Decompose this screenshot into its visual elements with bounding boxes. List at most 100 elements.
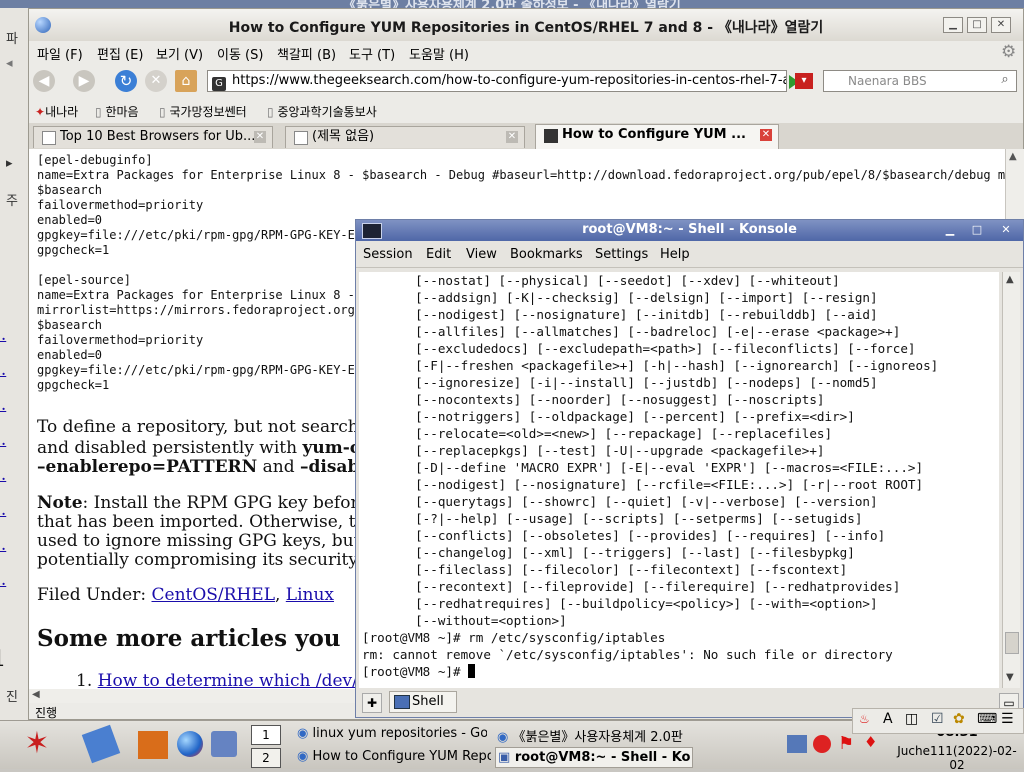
terminal-icon: ▣ [498,750,511,765]
ime-settings-icon[interactable]: ☰ [1001,711,1014,727]
menu-bookmarks[interactable]: Bookmarks [510,247,583,262]
menu-tools[interactable]: 도구 (T) [349,44,395,63]
tab-bar: Top 10 Best Browsers for Ub... ✕ (제목 없음) ✕… [29,123,1023,149]
category-link-linux[interactable]: Linux [286,585,334,605]
bookmark-science-news[interactable]: ▯ 중앙과학기술통보사 [267,103,377,120]
terminal-line: [--without=<option>] [362,613,567,628]
browser-icon: ◉ [297,726,309,741]
flag-icon[interactable]: ⚑ [838,733,858,754]
address-bar[interactable]: Ghttps://www.thegeeksearch.com/how-to-co… [207,70,787,92]
tab-close-icon[interactable]: ✕ [506,131,518,143]
outline-link[interactable]: 3. [0,395,6,415]
search-icon[interactable]: ⌕ [995,72,1015,90]
menu-help[interactable]: 도움말 (H) [409,44,469,63]
background-window-titlebar[interactable]: 《붉은별》사용자용체계 2.0판 출하정보 - 《내나라》열람기 [0,0,1024,8]
desktop-pager-1[interactable]: 1 [251,725,281,745]
tab-yum-repositories[interactable]: How to Configure YUM ... ✕ [535,124,779,149]
search-input[interactable]: Naenara BBS [823,70,1017,92]
konsole-titlebar[interactable]: root@VM8:~ - Shell - Konsole ▁ □ ✕ [356,220,1023,241]
outline-link[interactable]: 2. [0,465,6,485]
new-session-icon[interactable]: ✚ [362,693,382,713]
maximize-button[interactable]: □ [967,17,987,33]
scroll-up-icon[interactable]: ▲ [1009,151,1017,162]
session-tab-shell[interactable]: Shell [389,691,457,713]
update-icon[interactable] [813,735,831,753]
terminal-line: [root@VM8 ~]# rm /etc/sysconfig/iptables [362,630,666,645]
menu-settings[interactable]: Settings [595,247,648,262]
desktop-pager-2[interactable]: 2 [251,748,281,768]
outline-link[interactable]: 1. [0,325,6,345]
network-icon[interactable] [787,735,807,753]
bookmark-hanmaum[interactable]: ▯ 한마음 [95,103,139,120]
outline-link[interactable]: 4. [0,430,6,450]
outline-numbers: 1. 2. 3. 4. 2. 3. 4. 4. 1 [0,149,29,689]
outline-number: 1 [0,646,5,672]
minimize-button[interactable]: ▁ [941,223,959,237]
forward-button[interactable]: ▶ [73,70,95,92]
terminal-line: [--relocate=<old>=<new>] [--repackage] [… [362,426,833,441]
scroll-up-icon[interactable]: ▲ [1006,274,1014,285]
bell-icon[interactable]: ♦ [864,733,878,753]
office-icon[interactable] [138,731,168,759]
terminal-prompt-line[interactable]: [root@VM8 ~]# [362,663,938,680]
outline-link[interactable]: 4. [0,535,6,555]
browser-icon: ◉ [297,749,309,764]
menu-go[interactable]: 이동 (S) [217,44,263,63]
browser-launcher-icon[interactable] [177,731,203,757]
status-bar: 진행 [29,703,359,720]
code-line: failovermethod=priority [37,198,204,212]
outline-link[interactable]: 3. [0,500,6,520]
minimize-button[interactable]: ▁ [943,17,963,33]
scroll-down-icon[interactable]: ▼ [1006,672,1014,683]
bookmark-naenara[interactable]: ✦내나라 [35,103,78,120]
menu-bookmarks[interactable]: 책갈피 (B) [277,44,336,63]
tab-untitled[interactable]: (제목 없음) ✕ [285,126,525,148]
terminal-output[interactable]: [--nostat] [--physical] [--seedot] [--xd… [359,272,999,688]
home-icon[interactable]: ⌂ [175,70,197,92]
terminal-line: [--ignoresize] [-i|--install] [--justdb]… [362,375,878,390]
terminal-line: [--fileclass] [--filecolor] [--fileconte… [362,562,848,577]
reload-icon[interactable]: ↻ [115,70,137,92]
ime-keyboard-icon[interactable]: ⌨ [977,711,997,727]
bookmark-national-network[interactable]: ▯ 국가망정보쎈터 [159,103,247,120]
terminal-line: [--notriggers] [--oldpackage] [--percent… [362,409,855,424]
task-google-search[interactable]: ◉ linux yum repositories - Go [297,726,487,741]
tab-close-icon[interactable]: ✕ [760,129,772,141]
ime-punct-icon[interactable]: ☑ [931,711,944,727]
tab-close-icon[interactable]: ✕ [254,131,266,143]
menu-view[interactable]: 보기 (V) [156,44,203,63]
task-yum-article[interactable]: ◉ How to Configure YUM Repo [297,749,491,764]
menu-file[interactable]: 파일 (F) [37,44,83,63]
ime-font-icon[interactable]: A [883,711,893,727]
file-manager-icon[interactable] [81,724,121,764]
close-button[interactable]: ✕ [991,17,1011,33]
menu-view[interactable]: View [466,247,497,262]
outline-link[interactable]: 4. [0,570,6,590]
task-redstar-info[interactable]: ◉ 《붉은별》사용자용체계 2.0판 [497,726,687,745]
maximize-button[interactable]: □ [968,223,986,237]
stop-icon[interactable]: ✕ [145,70,167,92]
tab-top10-browsers[interactable]: Top 10 Best Browsers for Ub... ✕ [33,126,273,148]
task-konsole[interactable]: ▣ root@VM8:~ - Shell - Ko [495,747,693,768]
outline-link[interactable]: 2. [0,360,6,380]
menu-help[interactable]: Help [660,247,690,262]
back-button[interactable]: ◀ [33,70,55,92]
menu-edit[interactable]: 편집 (E) [97,44,143,63]
menu-edit[interactable]: Edit [426,247,451,262]
ime-fullwidth-icon[interactable]: ◫ [905,711,918,727]
ime-skin-icon[interactable]: ✿ [953,711,965,727]
related-article-link[interactable]: How to determine which /dev/map [98,671,395,689]
category-link-centos[interactable]: CentOS/RHEL [152,585,275,605]
horizontal-scrollbar[interactable]: ◀ [29,689,359,703]
filed-under: Filed Under: CentOS/RHEL, Linux [37,585,335,605]
close-button[interactable]: ✕ [997,223,1015,237]
ime-flame-icon[interactable]: ♨ [859,712,870,726]
browser-titlebar[interactable]: How to Configure YUM Repositories in Cen… [29,9,1023,41]
search-engine-icon[interactable]: ▾ [795,73,813,89]
scroll-left-icon[interactable]: ◀ [32,689,40,700]
menu-session[interactable]: Session [363,247,413,262]
app-launcher-icon[interactable] [211,731,237,757]
terminal-scrollbar[interactable]: ▲ ▼ [1002,272,1020,688]
scroll-thumb[interactable] [1005,632,1019,654]
start-menu-star-icon[interactable]: ✶ [4,725,70,763]
